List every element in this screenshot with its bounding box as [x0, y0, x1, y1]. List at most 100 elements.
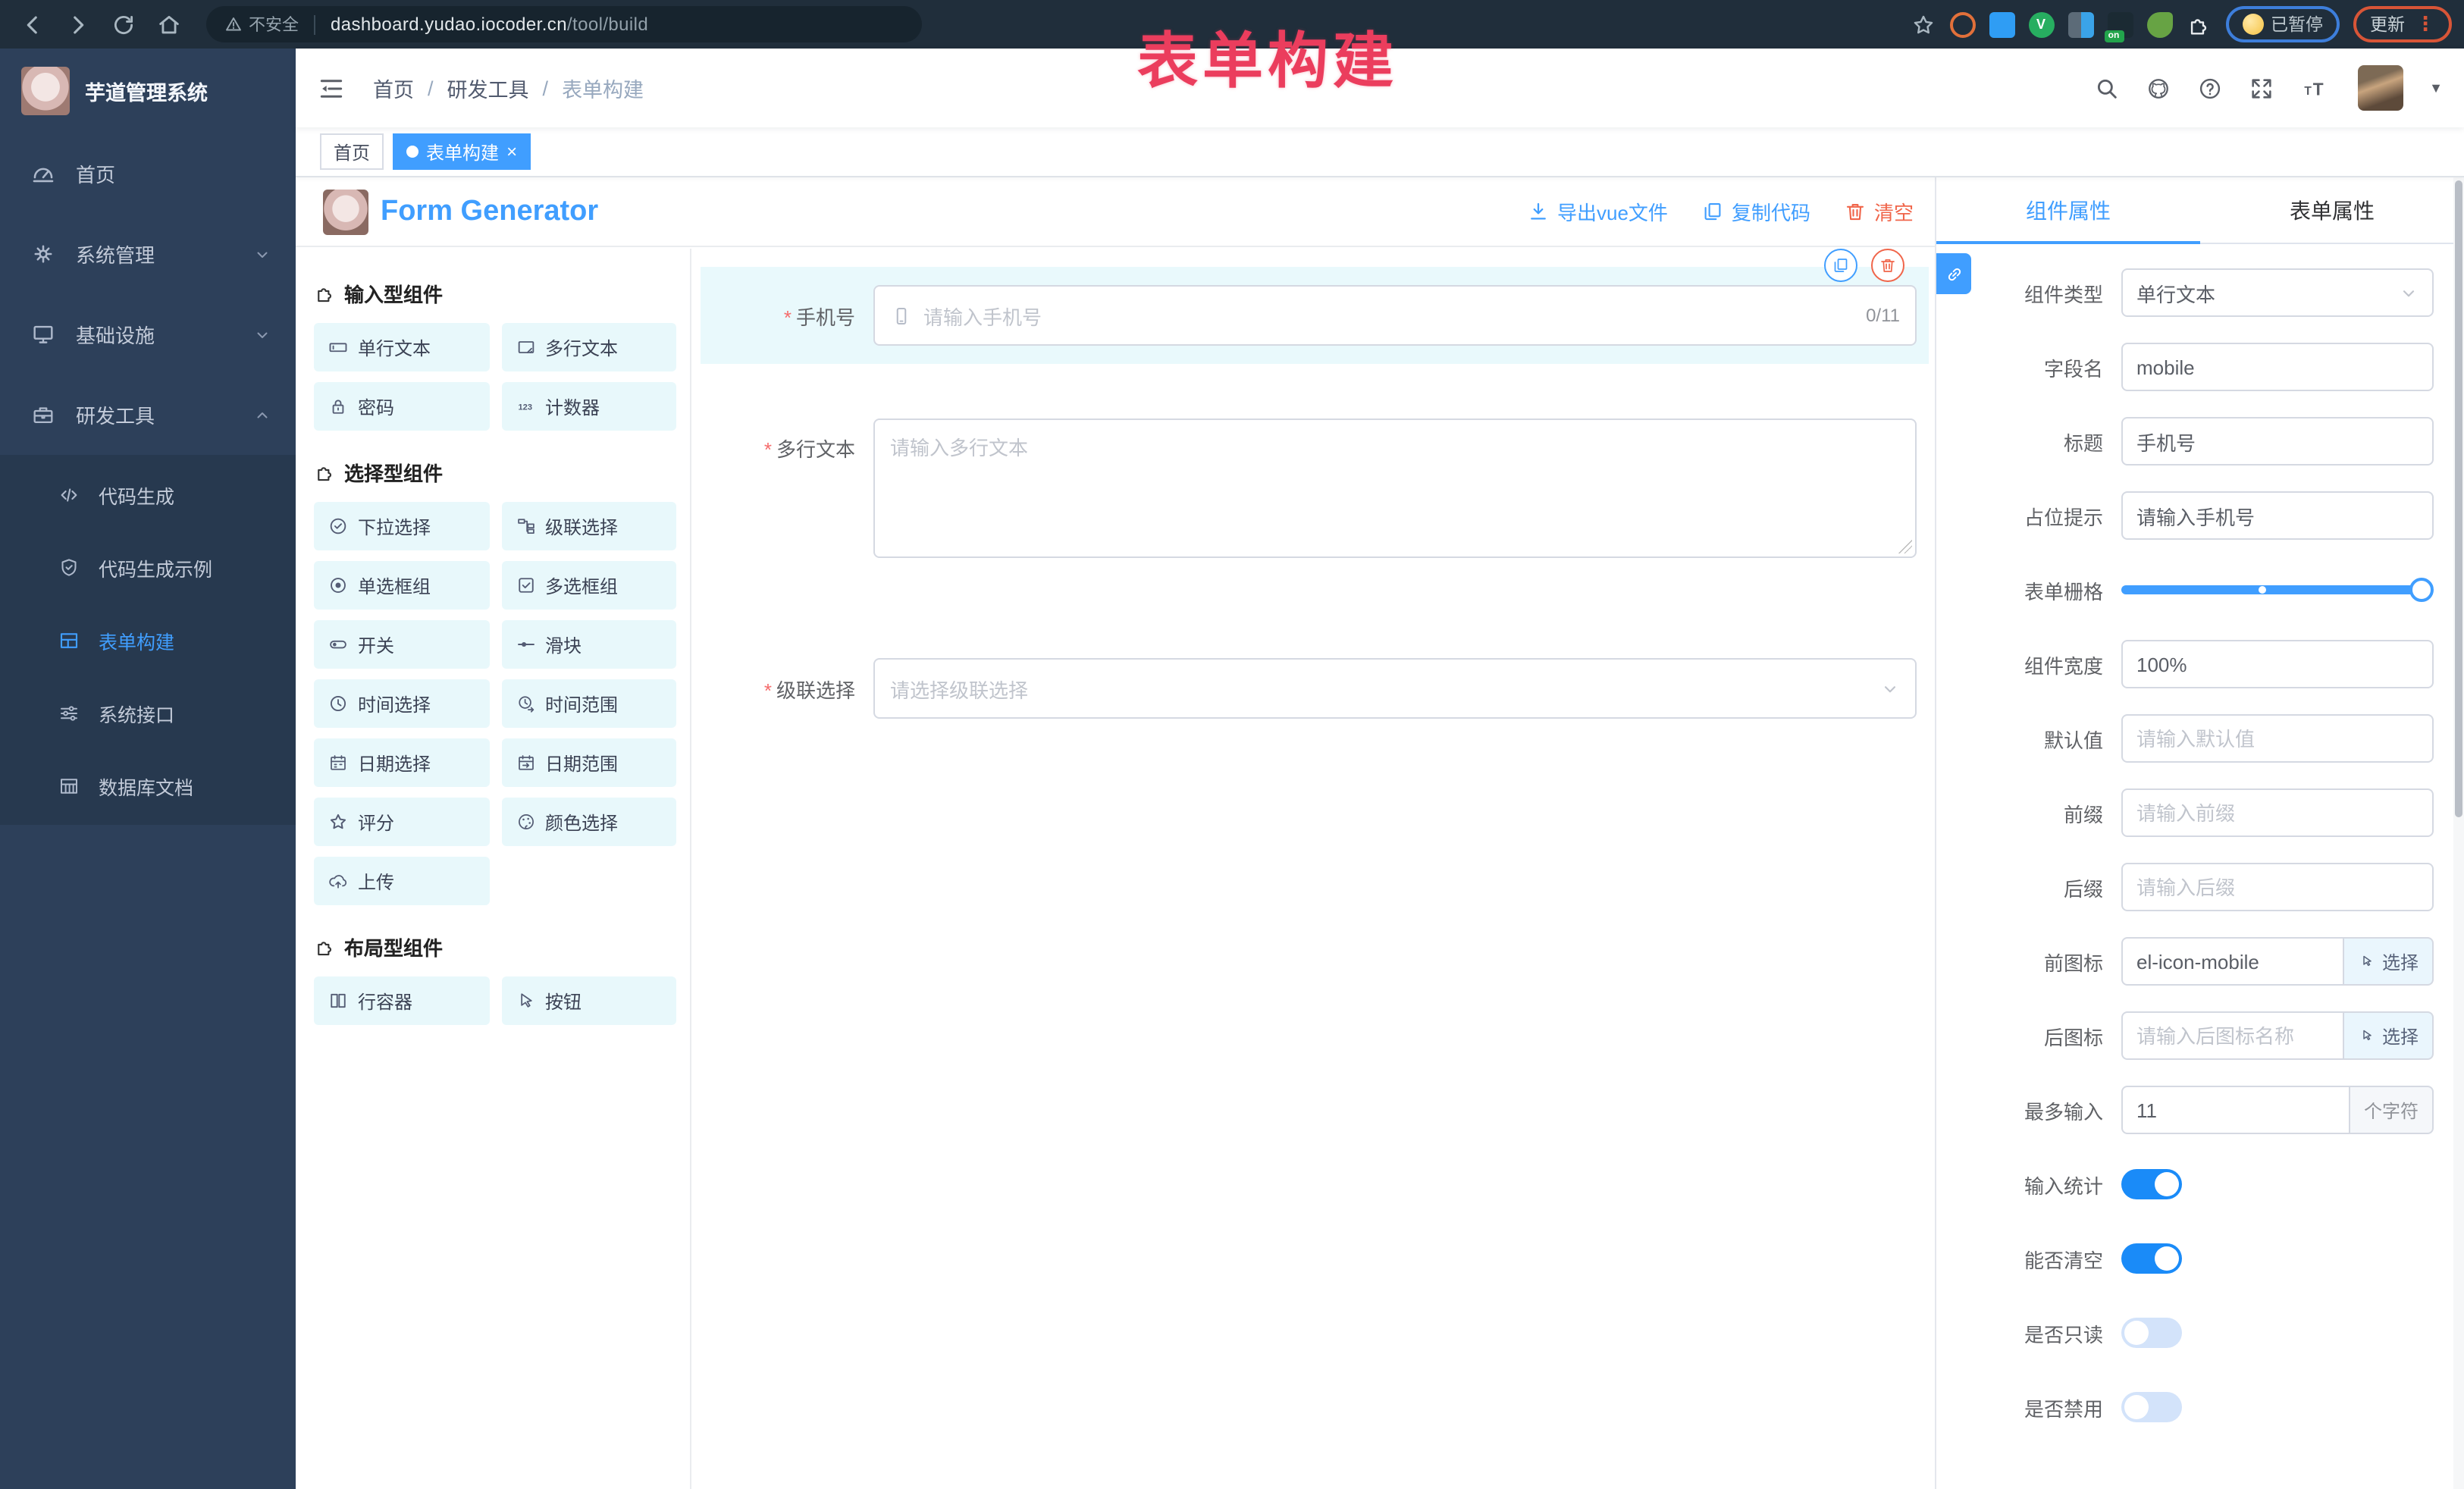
user-avatar[interactable] — [2358, 65, 2403, 111]
component-width-input[interactable] — [2121, 640, 2434, 688]
tag-form-build[interactable]: 表单构建 × — [393, 133, 531, 170]
form-field-mobile[interactable]: *手机号 请输入手机号 0/11 — [701, 267, 1929, 364]
back-icon[interactable] — [20, 11, 45, 37]
component-time-range[interactable]: 时间范围 — [501, 679, 676, 728]
choose-suffix-icon-button[interactable]: 选择 — [2344, 1011, 2434, 1060]
search-icon[interactable] — [2094, 75, 2120, 101]
readonly-toggle[interactable] — [2121, 1318, 2182, 1348]
tab-form-props[interactable]: 表单属性 — [2200, 177, 2464, 243]
component-password[interactable]: 密码 — [314, 382, 489, 431]
field-name-input[interactable] — [2121, 343, 2434, 391]
component-textarea[interactable]: 多行文本 — [501, 323, 676, 371]
sidebar-item-home[interactable]: 首页 — [0, 133, 296, 214]
slider-handle[interactable] — [2409, 578, 2434, 602]
form-field-textarea[interactable]: *多行文本 请输入多行文本 — [701, 400, 1929, 576]
browser-home-icon[interactable] — [156, 11, 182, 37]
font-size-icon[interactable]: TT — [2300, 75, 2332, 101]
title-input[interactable] — [2121, 417, 2434, 466]
component-row-container[interactable]: 行容器 — [314, 976, 489, 1025]
textarea-input[interactable]: 请输入多行文本 — [873, 418, 1917, 558]
resize-handle[interactable] — [1898, 540, 1912, 553]
component-switch[interactable]: 开关 — [314, 620, 489, 669]
component-upload[interactable]: 上传 — [314, 857, 489, 905]
bookmark-star-icon[interactable] — [1910, 11, 1936, 37]
component-counter[interactable]: 123计数器 — [501, 382, 676, 431]
prefix-icon-input[interactable] — [2121, 937, 2344, 986]
suffix-icon-input[interactable] — [2121, 1011, 2344, 1060]
component-color-picker[interactable]: 颜色选择 — [501, 798, 676, 846]
clearable-toggle[interactable] — [2121, 1243, 2182, 1274]
github-icon[interactable] — [2146, 75, 2171, 101]
breadcrumb-home[interactable]: 首页 — [373, 73, 414, 103]
app-logo-row[interactable]: 芋道管理系统 — [0, 49, 296, 133]
extension-icon[interactable]: on — [2107, 11, 2133, 37]
scrollbar-thumb[interactable] — [2455, 180, 2462, 817]
clear-button[interactable]: 清空 — [1844, 197, 1914, 226]
word-limit-toggle[interactable] — [2121, 1169, 2182, 1199]
sidebar-item-db-doc[interactable]: 数据库文档 — [0, 749, 296, 822]
form-canvas: *手机号 请输入手机号 0/11 *多行文本 请输入多行文本 — [693, 249, 1935, 1489]
component-cascader[interactable]: 级联选择 — [501, 502, 676, 550]
forward-icon[interactable] — [65, 11, 91, 37]
component-checkbox-group[interactable]: 多选框组 — [501, 561, 676, 610]
cascader-input[interactable]: 请选择级联选择 — [873, 658, 1917, 719]
security-status[interactable]: 不安全 — [224, 12, 299, 36]
placeholder-input[interactable] — [2121, 491, 2434, 540]
tag-home[interactable]: 首页 — [320, 133, 384, 170]
panel-tabs: 组件属性 表单属性 — [1936, 177, 2464, 244]
copy-code-button[interactable]: 复制代码 — [1701, 197, 1810, 226]
fullscreen-icon[interactable] — [2249, 75, 2274, 101]
sidebar-item-codegen-demo[interactable]: 代码生成示例 — [0, 531, 296, 603]
delete-field-button[interactable] — [1871, 249, 1904, 282]
extensions-puzzle-icon[interactable] — [2186, 11, 2212, 37]
duplicate-field-button[interactable] — [1824, 249, 1857, 282]
puzzle-icon — [314, 282, 337, 305]
choose-prefix-icon-button[interactable]: 选择 — [2344, 937, 2434, 986]
component-date-range[interactable]: 日期范围 — [501, 738, 676, 787]
extension-icon[interactable] — [1949, 11, 1975, 37]
component-button[interactable]: 按钮 — [501, 976, 676, 1025]
component-radio-group[interactable]: 单选框组 — [314, 561, 489, 610]
collapse-sidebar-icon[interactable] — [317, 74, 346, 102]
breadcrumb-devtools[interactable]: 研发工具 — [447, 73, 529, 103]
component-date-picker[interactable]: 日期选择 — [314, 738, 489, 787]
maxlength-input[interactable] — [2121, 1086, 2350, 1134]
url-bar[interactable]: 不安全 dashboard.yudao.iocoder.cn/tool/buil… — [206, 6, 922, 42]
sidebar-item-system[interactable]: 系统管理 — [0, 214, 296, 294]
sidebar-item-form-build[interactable]: 表单构建 — [0, 603, 296, 676]
tab-component-props[interactable]: 组件属性 — [1936, 177, 2200, 243]
sidebar-item-devtools[interactable]: 研发工具 — [0, 375, 296, 455]
profile-paused-badge[interactable]: 已暂停 — [2225, 6, 2340, 42]
export-vue-button[interactable]: 导出vue文件 — [1527, 197, 1668, 226]
mobile-input[interactable]: 请输入手机号 0/11 — [873, 285, 1917, 346]
section-title-layout: 布局型组件 — [314, 933, 676, 961]
component-single-text[interactable]: 单行文本 — [314, 323, 489, 371]
close-tag-icon[interactable]: × — [506, 141, 517, 162]
disabled-toggle[interactable] — [2121, 1392, 2182, 1422]
user-menu-caret-icon[interactable]: ▼ — [2429, 80, 2443, 96]
extension-icon[interactable] — [2067, 11, 2093, 37]
update-button[interactable]: 更新 ⋮ — [2353, 6, 2452, 42]
default-value-input[interactable] — [2121, 714, 2434, 763]
component-rate[interactable]: 评分 — [314, 798, 489, 846]
component-slider[interactable]: 滑块 — [501, 620, 676, 669]
component-type-select[interactable]: 单行文本 — [2121, 268, 2434, 317]
sidebar-item-infra[interactable]: 基础设施 — [0, 294, 296, 375]
reload-icon[interactable] — [111, 11, 136, 37]
breadcrumb-separator: / — [428, 77, 434, 99]
component-time-picker[interactable]: 时间选择 — [314, 679, 489, 728]
form-field-cascader[interactable]: *级联选择 请选择级联选择 — [701, 640, 1929, 737]
sidebar-item-codegen[interactable]: 代码生成 — [0, 458, 296, 531]
link-handle-button[interactable] — [1936, 253, 1971, 294]
prefix-input[interactable] — [2121, 788, 2434, 837]
browser-menu-icon[interactable]: ⋮ — [2415, 12, 2435, 36]
extension-icon[interactable] — [2146, 11, 2172, 37]
help-icon[interactable] — [2197, 75, 2223, 101]
form-grid-slider[interactable] — [2121, 585, 2422, 594]
suffix-input[interactable] — [2121, 863, 2434, 911]
extension-icon[interactable]: V — [2028, 11, 2054, 37]
extension-icon[interactable] — [1989, 11, 2014, 37]
component-select[interactable]: 下拉选择 — [314, 502, 489, 550]
scrollbar[interactable] — [2453, 177, 2464, 1489]
sidebar-item-system-api[interactable]: 系统接口 — [0, 676, 296, 749]
